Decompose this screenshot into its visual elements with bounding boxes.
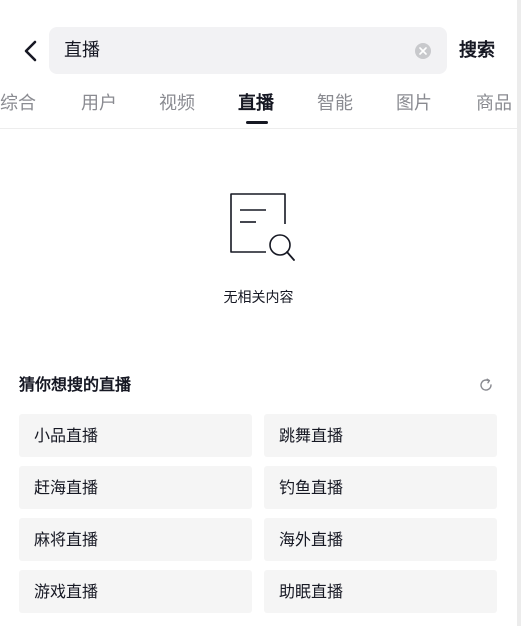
suggestion-chip[interactable]: 海外直播	[264, 518, 497, 561]
result-tabs: 综合 用户 视频 直播 智能 图片 商品	[0, 84, 517, 128]
edge-rail	[517, 0, 521, 626]
search-query-text: 直播	[64, 40, 100, 61]
suggestion-chip-label: 钓鱼直播	[279, 478, 344, 497]
search-header: 直播 搜索	[0, 26, 517, 76]
suggestion-chip-label: 麻将直播	[34, 530, 99, 549]
tab-live[interactable]: 直播	[238, 92, 274, 116]
document-search-icon	[230, 193, 295, 261]
suggestion-chip-label: 助眠直播	[279, 582, 344, 601]
tab-smart[interactable]: 智能	[317, 92, 353, 116]
suggestion-chip-label: 赶海直播	[34, 478, 99, 497]
empty-state-text: 无相关内容	[223, 290, 294, 306]
suggestions-title: 猜你想搜的直播	[19, 375, 132, 394]
active-tab-indicator	[246, 121, 268, 124]
tab-comprehensive[interactable]: 综合	[0, 92, 36, 116]
tab-images[interactable]: 图片	[396, 92, 432, 116]
tabs-divider	[0, 128, 517, 129]
refresh-icon	[480, 378, 492, 391]
clear-icon	[419, 47, 427, 55]
suggestion-chip-label: 跳舞直播	[279, 426, 344, 445]
suggestion-chip[interactable]: 游戏直播	[19, 570, 252, 613]
suggestion-chip-label: 海外直播	[279, 530, 344, 549]
back-button[interactable]	[16, 34, 46, 68]
suggestion-chip[interactable]: 赶海直播	[19, 466, 252, 509]
refresh-button[interactable]	[475, 374, 497, 396]
suggestion-chip[interactable]: 跳舞直播	[264, 414, 497, 457]
tab-products[interactable]: 商品	[476, 92, 512, 116]
tab-videos[interactable]: 视频	[159, 92, 195, 116]
suggestion-chip-label: 游戏直播	[34, 582, 99, 601]
suggestion-chip[interactable]: 助眠直播	[264, 570, 497, 613]
tab-users[interactable]: 用户	[81, 92, 117, 116]
suggestion-chip[interactable]: 小品直播	[19, 414, 252, 457]
suggestion-chip-label: 小品直播	[34, 426, 99, 445]
search-submit-button[interactable]: 搜索	[459, 38, 495, 64]
suggestion-chip[interactable]: 麻将直播	[19, 518, 252, 561]
chevron-left-icon	[24, 40, 37, 62]
clear-button[interactable]	[415, 43, 431, 59]
search-results-page: 直播 搜索 综合 用户 视频 直播 智能 图片 商品 无相关内容 猜你想搜的直播	[0, 0, 521, 626]
search-input[interactable]: 直播	[49, 27, 447, 74]
suggestion-chip[interactable]: 钓鱼直播	[264, 466, 497, 509]
